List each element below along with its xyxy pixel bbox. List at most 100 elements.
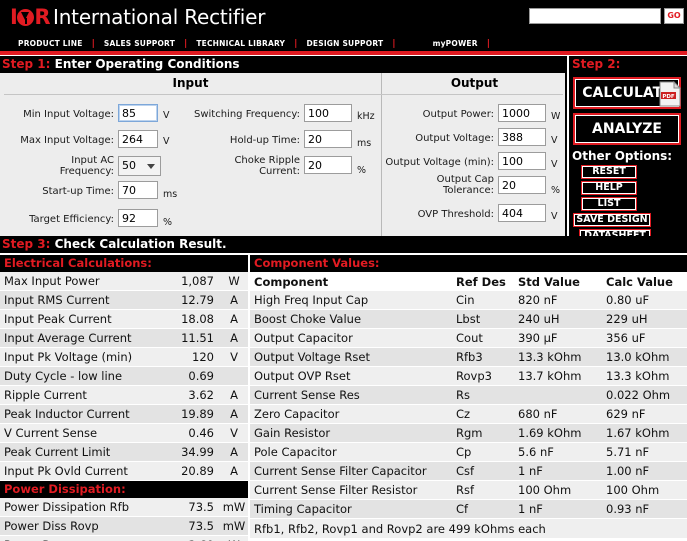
component-value-row: Current Sense Filter Capacitor Csf 1 nF 1.0… [250, 462, 687, 481]
nav-separator: | [184, 38, 188, 49]
calc-row-value: 11.51 [181, 331, 214, 345]
component-std-value: 390 µF [518, 331, 558, 345]
component-value-row: Output OVP Rset Rovp3 13.7 kOhm 13.3 kOhm [250, 367, 687, 386]
reset-button-label: RESET [582, 166, 636, 178]
calc-row-unit: A [230, 388, 238, 402]
choke-ripple-current-input[interactable] [304, 156, 352, 174]
step1-label: Step 1: [2, 57, 51, 71]
nav-item-mypower[interactable]: myPOWER [433, 39, 478, 48]
save-design-button-label: SAVE DESIGN [574, 214, 650, 226]
calc-row-name: Input Peak Current [4, 312, 112, 326]
component-refdes: Lbst [456, 312, 481, 326]
power-dissipation-row: Power Dissipation Rfb 73.5 mW [0, 498, 248, 517]
calc-row-name: Input Average Current [4, 331, 132, 345]
input-ac-frequency-select[interactable]: 50 [118, 156, 161, 176]
logo-letter-r: R [34, 4, 50, 29]
component-value-row: Gain Resistor Rgm 1.69 kOhm 1.67 kOhm [250, 424, 687, 443]
step1-header: Step 1: Enter Operating Conditions [0, 56, 567, 73]
help-button[interactable]: HELP [581, 181, 637, 195]
target-efficiency-input[interactable] [118, 209, 158, 227]
max-input-voltage-input[interactable] [118, 130, 158, 148]
component-refdes: Cp [456, 445, 472, 459]
electrical-calculation-row: Input Average Current 11.51 A [0, 329, 248, 348]
output-power-input[interactable] [498, 104, 546, 122]
electrical-calculation-row: Max Input Power 1,087 W [0, 272, 248, 291]
search-input[interactable] [529, 8, 661, 24]
component-std-value: 13.7 kOhm [518, 369, 582, 383]
calc-row-unit: mW [222, 519, 246, 533]
electrical-calculation-row: Input Pk Voltage (min) 120 V [0, 348, 248, 367]
step2-header: Step 2: [569, 56, 687, 73]
electrical-calculation-row: Duty Cycle - low line 0.69 [0, 367, 248, 386]
component-std-value: 1.69 kOhm [518, 426, 582, 440]
nav-item-design-support[interactable]: DESIGN SUPPORT [306, 39, 383, 48]
output-cap-tolerance-input[interactable] [498, 176, 546, 194]
section-rule [4, 94, 563, 95]
component-refdes: Rs [456, 388, 470, 402]
component-name: Output OVP Rset [254, 369, 351, 383]
choke-ripple-current-unit: % [357, 165, 367, 176]
calc-row-unit: W [228, 274, 240, 288]
ovp-threshold-input[interactable] [498, 204, 546, 222]
analyze-button[interactable]: ANALYZE [573, 113, 681, 145]
calc-row-value: 34.99 [181, 445, 214, 459]
component-value-row: Pole Capacitor Cp 5.6 nF 5.71 nF [250, 443, 687, 462]
nav-item-product-line[interactable]: PRODUCT LINE [18, 39, 83, 48]
pdf-icon[interactable]: PDF [659, 80, 682, 107]
startup-time-input[interactable] [118, 181, 158, 199]
output-voltage-min-input[interactable] [498, 152, 546, 170]
nav-item-technical-library[interactable]: TECHNICAL LIBRARY [196, 39, 285, 48]
electrical-calculations-panel: Electrical Calculations: Max Input Power… [0, 255, 248, 541]
nav-separator: | [486, 38, 491, 49]
target-efficiency-label: Target Efficiency: [29, 214, 114, 225]
calc-row-unit: A [230, 331, 238, 345]
electrical-calculation-row: Peak Current Limit 34.99 A [0, 443, 248, 462]
calc-row-name: Power Diss Rovp [4, 519, 99, 533]
switching-frequency-unit: kHz [357, 111, 375, 122]
component-refdes: Rovp3 [456, 369, 492, 383]
electrical-calculations-list: Max Input Power 1,087 W Input RMS Current 12… [0, 272, 248, 481]
calc-row-name: Power Dissipation Rfb [4, 500, 130, 514]
calc-row-name: Peak Current Limit [4, 445, 111, 459]
calc-row-unit: A [230, 464, 238, 478]
ovp-threshold-label: OVP Threshold: [417, 209, 494, 220]
component-std-value: 5.6 nF [518, 445, 554, 459]
calc-row-value: 0.69 [188, 369, 214, 383]
save-design-button[interactable]: SAVE DESIGN [573, 213, 651, 227]
switching-frequency-input[interactable] [304, 104, 352, 122]
output-section-title: Output [450, 76, 499, 90]
calc-row-unit: V [230, 350, 238, 364]
component-value-row: Boost Choke Value Lbst 240 uH 229 uH [250, 310, 687, 329]
go-button[interactable]: GO [664, 8, 684, 24]
holdup-time-label: Hold-up Time: [229, 135, 300, 146]
component-values-list: High Freq Input Cap Cin 820 nF 0.80 uF Boost… [250, 291, 687, 519]
component-calc-value: 13.3 kOhm [606, 369, 670, 383]
calc-row-value: 73.5 [188, 519, 214, 533]
component-std-value: 100 Ohm [518, 483, 572, 497]
holdup-time-input[interactable] [304, 130, 352, 148]
startup-time-unit: ms [163, 189, 178, 200]
nav-item-sales-support[interactable]: SALES SUPPORT [104, 39, 175, 48]
column-divider [381, 73, 382, 236]
component-calc-value: 229 uH [606, 312, 648, 326]
ior-logo[interactable]: I R International Rectifier [10, 4, 265, 30]
power-dissipation-row: Power Rs3.60W [0, 536, 248, 541]
ovp-threshold-unit: V [551, 211, 558, 222]
output-voltage-input[interactable] [498, 128, 546, 146]
component-name: Current Sense Filter Resistor [254, 483, 418, 497]
component-values-note: Rfb1, Rfb2, Rovp1 and Rovp2 are 499 kOhm… [250, 519, 687, 538]
electrical-calculation-row: V Current Sense 0.46 V [0, 424, 248, 443]
startup-time-label: Start-up Time: [42, 186, 114, 197]
nav-separator: | [91, 38, 95, 49]
list-button[interactable]: LIST [581, 197, 637, 211]
calc-row-value: 19.89 [181, 407, 214, 421]
step2-actions-panel: CALCULATE ANALYZE Other Options: RESET H… [569, 73, 687, 243]
min-input-voltage-input[interactable] [118, 104, 158, 122]
power-supply-designer-page: I R International Rectifier GO PRODUCT L… [0, 0, 687, 541]
component-name: Boost Choke Value [254, 312, 362, 326]
calc-row-value: 12.79 [181, 293, 214, 307]
nav-separator: | [294, 38, 298, 49]
col-header-component: Component [254, 274, 329, 289]
power-dissipation-header: Power Dissipation: [0, 481, 248, 498]
reset-button[interactable]: RESET [581, 165, 637, 179]
